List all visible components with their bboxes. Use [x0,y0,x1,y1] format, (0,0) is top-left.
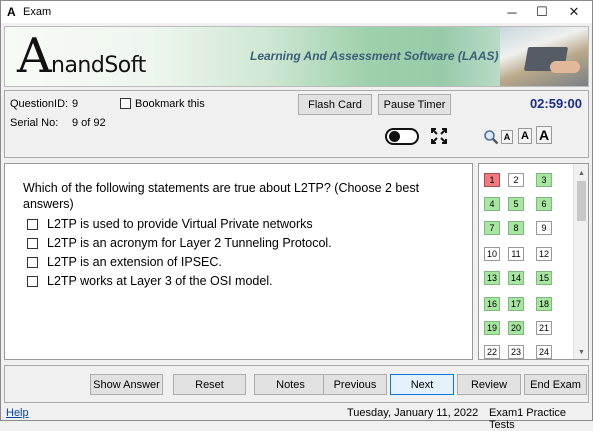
exam-name: Exam1 Practice Tests [489,407,567,431]
close-button[interactable]: ✕ [559,1,589,23]
option-label: L2TP is an extension of IPSEC. [47,255,222,269]
question-panel: Which of the following statements are tr… [4,163,473,360]
logo-text: nandSoft [51,53,146,78]
option-2[interactable]: L2TP is an acronym for Layer 2 Tunneling… [27,236,332,250]
banner-photo [500,27,588,86]
pause-timer-button[interactable]: Pause Timer [378,94,451,115]
question-cell[interactable]: 24 [536,345,552,359]
option-3[interactable]: L2TP is an extension of IPSEC. [27,255,222,269]
mode-toggle[interactable] [385,128,419,145]
app-logo-icon: A [7,5,16,19]
question-cell[interactable]: 6 [536,197,552,211]
title-bar: A Exam ─ ☐ ✕ [1,1,592,23]
question-cell[interactable]: 14 [508,271,524,285]
previous-button[interactable]: Previous [323,374,387,395]
reset-button[interactable]: Reset [173,374,246,395]
next-button[interactable]: Next [390,374,454,395]
font-small-button[interactable]: A [501,130,513,144]
option-checkbox[interactable] [27,256,38,268]
question-cell[interactable]: 8 [508,221,524,235]
option-label: L2TP is an acronym for Layer 2 Tunneling… [47,236,332,250]
fullscreen-icon[interactable] [430,127,448,145]
option-checkbox[interactable] [27,275,38,287]
scroll-down-icon[interactable]: ▼ [574,345,588,359]
action-bar: Show Answer Reset Notes Previous Next Re… [4,365,589,403]
window-title: Exam [23,6,52,18]
scroll-up-icon[interactable]: ▲ [574,166,588,180]
current-date: Tuesday, January 11, 2022 [347,407,479,419]
question-cell[interactable]: 20 [508,321,524,335]
question-cell[interactable]: 7 [484,221,500,235]
option-checkbox[interactable] [27,237,38,249]
show-answer-button[interactable]: Show Answer [90,374,163,395]
serial-label: Serial No: [10,117,59,129]
question-cell[interactable]: 12 [536,247,552,261]
bookmark-checkbox[interactable] [120,98,131,109]
hand-image [550,61,580,73]
question-cell[interactable]: 23 [508,345,524,359]
question-cell[interactable]: 1 [484,173,500,187]
font-medium-button[interactable]: A [518,128,532,144]
status-bar: Help Tuesday, January 11, 2022 Exam1 Pra… [1,405,592,431]
help-link[interactable]: Help [6,407,29,419]
option-1[interactable]: L2TP is used to provide Virtual Private … [27,217,313,231]
question-info-panel: QuestionID: 9 Bookmark this Serial No: 9… [4,90,589,158]
serial-value: 9 of 92 [72,117,106,129]
option-label: L2TP works at Layer 3 of the OSI model. [47,274,273,288]
navigator-scrollbar[interactable]: ▲ ▼ [573,164,588,359]
question-cell[interactable]: 4 [484,197,500,211]
question-cell[interactable]: 10 [484,247,500,261]
magnifier-icon[interactable] [483,129,499,145]
option-checkbox[interactable] [27,218,38,230]
option-label: L2TP is used to provide Virtual Private … [47,217,313,231]
question-cell[interactable]: 2 [508,173,524,187]
question-cell[interactable]: 21 [536,321,552,335]
header-banner: A nandSoft Learning And Assessment Softw… [4,26,589,87]
question-cell[interactable]: 11 [508,247,524,261]
question-cell[interactable]: 5 [508,197,524,211]
question-cell[interactable]: 3 [536,173,552,187]
review-button[interactable]: Review [457,374,521,395]
exam-window: A Exam ─ ☐ ✕ A nandSoft Learning And Ass… [0,0,593,431]
option-4[interactable]: L2TP works at Layer 3 of the OSI model. [27,274,273,288]
countdown-timer: 02:59:00 [529,96,582,111]
question-cell[interactable]: 17 [508,297,524,311]
question-cell[interactable]: 9 [536,221,552,235]
toggle-knob [389,131,400,142]
question-cell[interactable]: 13 [484,271,500,285]
question-id-label: QuestionID: [10,98,69,110]
question-cell[interactable]: 22 [484,345,500,359]
question-text: Which of the following statements are tr… [23,181,420,211]
question-navigator: 1 2 3 4 5 6 7 8 9 10 11 12 13 14 15 16 17 18 19 20 21 22 23 24 … [478,163,589,360]
question-cell[interactable]: 19 [484,321,500,335]
bookmark-label: Bookmark this [135,98,205,110]
question-cell[interactable]: 15 [536,271,552,285]
font-large-button[interactable]: A [536,126,552,144]
banner-tagline: Learning And Assessment Software (LAAS) [250,49,499,63]
question-id-value: 9 [72,98,79,110]
question-cell[interactable]: 18 [536,297,552,311]
end-exam-button[interactable]: End Exam [524,374,587,395]
logo-initial: A [17,28,52,84]
question-cell[interactable]: 16 [484,297,500,311]
flash-card-button[interactable]: Flash Card [298,94,372,115]
scroll-thumb[interactable] [577,181,586,221]
maximize-button[interactable]: ☐ [527,1,557,23]
notes-button[interactable]: Notes [254,374,327,395]
minimize-button[interactable]: ─ [497,1,527,23]
